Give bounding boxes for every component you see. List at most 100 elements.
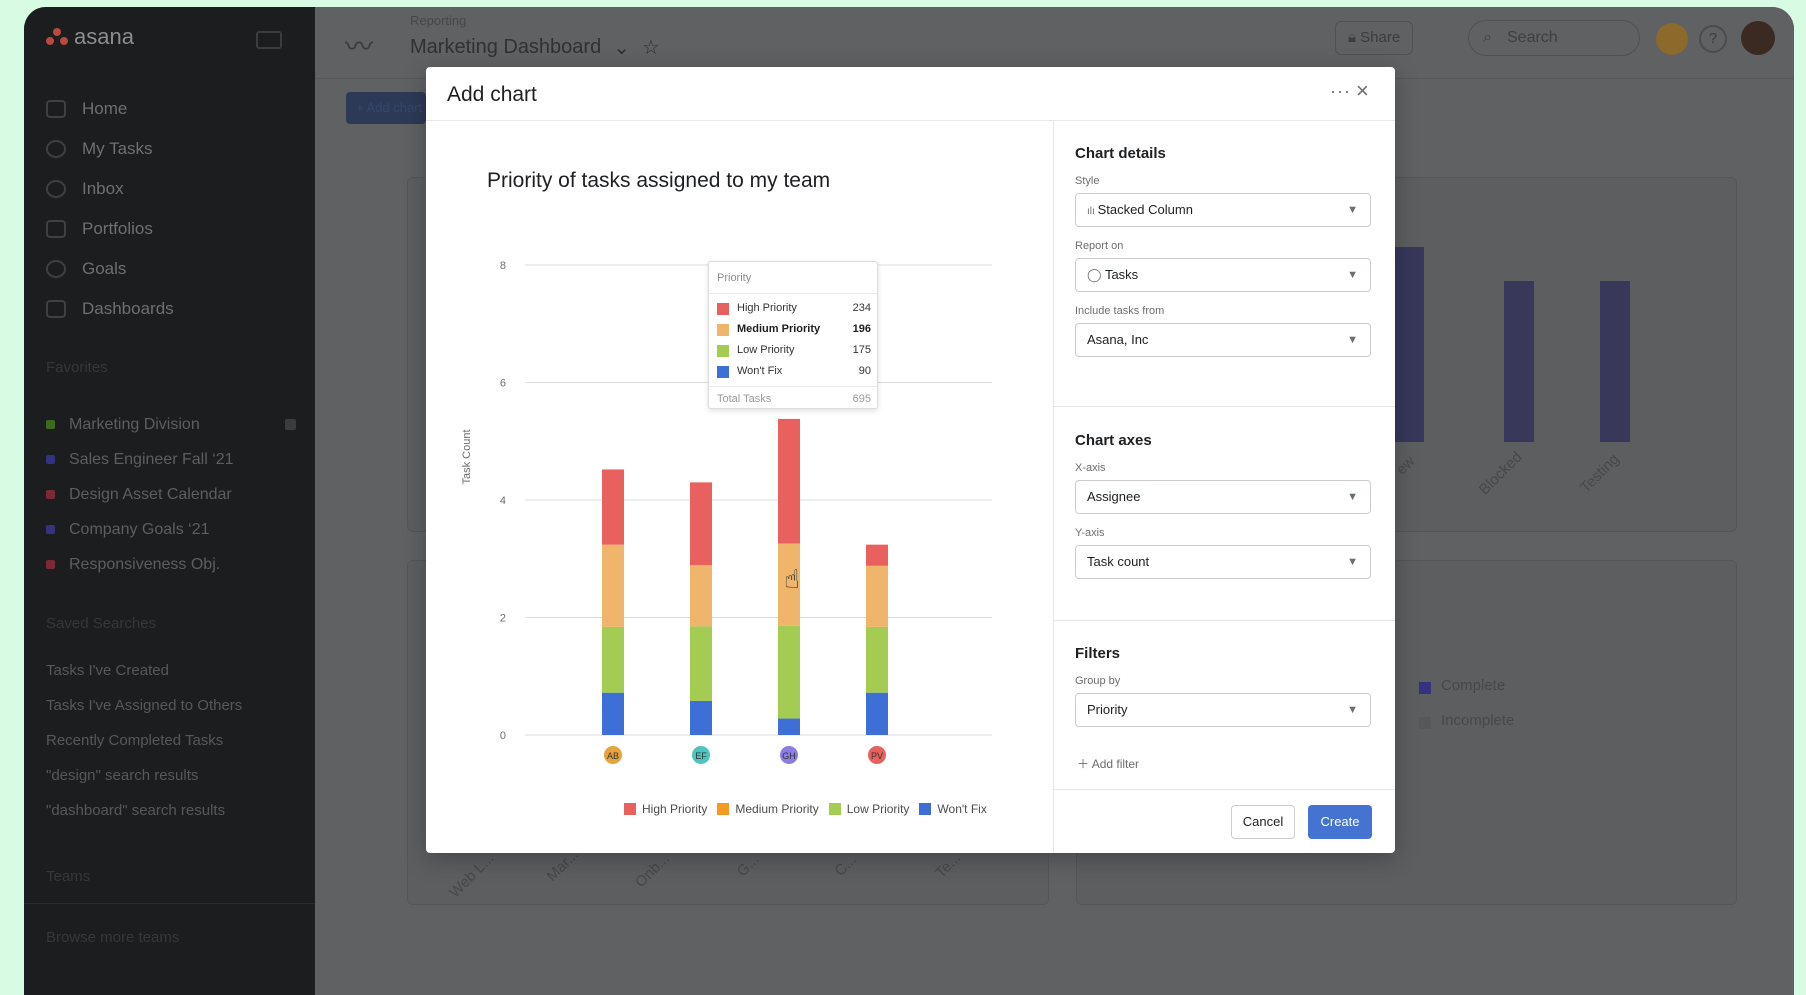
share-button[interactable]: 🔒︎ Share — [1335, 21, 1414, 55]
tooltip-row: Medium Priority 196 — [709, 319, 877, 340]
legend-swatch — [717, 366, 729, 378]
add-chart-button[interactable]: + Add chart — [346, 92, 426, 124]
cancel-button[interactable]: Cancel — [1231, 805, 1295, 839]
panel-divider — [1053, 406, 1395, 407]
sidebar-nav: Home My Tasks Inbox Portfolios Goals Das… — [46, 89, 174, 329]
logo-text: asana — [74, 24, 134, 49]
sidebar: asana Home My Tasks Inbox Portfolios Goa… — [24, 7, 315, 995]
y-tick-label: 8 — [500, 260, 506, 272]
bar-segment[interactable] — [602, 544, 624, 627]
chevron-down-icon: ▼ — [1347, 334, 1358, 346]
saved-search-item[interactable]: Tasks I've Assigned to Others — [46, 688, 242, 723]
bar-segment[interactable] — [778, 718, 800, 735]
page-title[interactable]: Marketing Dashboard ⌄ ☆ — [410, 35, 660, 60]
bar-segment[interactable] — [690, 700, 712, 735]
field-label: Y-axis — [1075, 527, 1105, 539]
bar-segment[interactable] — [690, 482, 712, 566]
plus-icon: ＋ — [1077, 757, 1092, 771]
select-value: Task count — [1087, 554, 1150, 569]
include-tasks-select[interactable]: Asana, Inc ▼ — [1075, 323, 1371, 357]
sidebar-item-inbox[interactable]: Inbox — [46, 169, 174, 209]
sidebar-item-goals[interactable]: Goals — [46, 249, 174, 289]
saved-searches-title: Saved Searches — [46, 615, 157, 632]
bar-segment[interactable] — [690, 626, 712, 701]
sidebar-item-portfolios[interactable]: Portfolios — [46, 209, 174, 249]
x-axis-select[interactable]: Assignee ▼ — [1075, 480, 1371, 514]
background-legend-label: Complete — [1441, 677, 1506, 694]
help-icon[interactable]: ? — [1699, 25, 1727, 53]
favorite-item[interactable]: Company Goals ‘21 — [46, 512, 296, 547]
background-legend-label: Incomplete — [1441, 712, 1515, 729]
background-bar — [1394, 247, 1424, 442]
favorite-item[interactable]: Responsiveness Obj. — [46, 547, 296, 582]
more-options-icon[interactable]: ··· — [1330, 81, 1351, 102]
chevron-down-icon: ▼ — [1347, 556, 1358, 568]
color-dot — [46, 490, 55, 499]
browse-teams-link[interactable]: Browse more teams — [46, 929, 179, 946]
bar-segment[interactable] — [866, 692, 888, 735]
bar-segment[interactable] — [690, 565, 712, 627]
report-on-select[interactable]: ◯ Tasks ▼ — [1075, 258, 1371, 292]
avatar-initials: AB — [607, 751, 619, 761]
tooltip-header: Priority — [709, 262, 877, 294]
sidebar-item-home[interactable]: Home — [46, 89, 174, 129]
saved-search-item[interactable]: Tasks I've Created — [46, 653, 242, 688]
hand-cursor-icon: ☝ — [784, 564, 800, 594]
add-filter-button[interactable]: ＋ Add filter — [1077, 755, 1139, 772]
teams-title: Teams — [46, 868, 91, 885]
quick-add-button[interactable] — [1656, 23, 1688, 55]
create-button[interactable]: Create — [1308, 805, 1372, 839]
search-placeholder: Search — [1507, 29, 1558, 46]
color-dot — [46, 525, 55, 534]
tooltip-total-value: 695 — [852, 393, 871, 405]
close-icon[interactable]: × — [1356, 78, 1369, 104]
bar-segment[interactable] — [866, 565, 888, 627]
person-icon — [46, 260, 66, 278]
avatar[interactable] — [1741, 21, 1775, 55]
panel-divider — [1053, 789, 1395, 790]
sidebar-item-label: Portfolios — [82, 219, 153, 238]
favorite-item[interactable]: Design Asset Calendar — [46, 477, 296, 512]
favorite-label: Company Goals ‘21 — [69, 520, 210, 538]
sidebar-item-label: Home — [82, 99, 128, 118]
asana-logo[interactable]: asana — [46, 24, 134, 50]
favorite-item[interactable]: Sales Engineer Fall ‘21 — [46, 442, 296, 477]
bar-segment[interactable] — [866, 626, 888, 693]
bar-segment[interactable] — [602, 626, 624, 693]
tooltip-value: 90 — [858, 365, 871, 377]
bar-segment[interactable] — [778, 418, 800, 544]
field-label: Style — [1075, 175, 1100, 187]
filters-section: Filters Group by Priority ▼ — [1075, 645, 1371, 727]
legend-swatch — [717, 324, 729, 336]
saved-search-item[interactable]: Recently Completed Tasks — [46, 723, 242, 758]
favorite-item[interactable]: Marketing Division — [46, 407, 296, 442]
check-circle-icon: ◯ — [1087, 267, 1105, 282]
avatar-initials: EF — [695, 751, 707, 761]
y-axis-select[interactable]: Task count ▼ — [1075, 545, 1371, 579]
search-input[interactable]: ⌕ Search — [1468, 20, 1640, 56]
legend-swatch — [717, 345, 729, 357]
sidebar-item-dashboards[interactable]: Dashboards — [46, 289, 174, 329]
bar-segment[interactable] — [778, 625, 800, 719]
star-icon[interactable]: ☆ — [642, 35, 660, 60]
saved-search-item[interactable]: "design" search results — [46, 758, 242, 793]
style-select[interactable]: ılı Stacked Column ▼ — [1075, 193, 1371, 227]
sidebar-collapse-icon[interactable] — [256, 31, 282, 49]
sidebar-item-my-tasks[interactable]: My Tasks — [46, 129, 174, 169]
legend-item: Won't Fix — [919, 802, 987, 816]
bar-segment[interactable] — [602, 469, 624, 545]
favorites-title: Favorites — [46, 359, 108, 376]
bar-segment[interactable] — [602, 692, 624, 735]
group-by-select[interactable]: Priority ▼ — [1075, 693, 1371, 727]
breadcrumb[interactable]: Reporting — [410, 13, 466, 28]
select-value: Asana, Inc — [1087, 332, 1149, 347]
field-label: X-axis — [1075, 462, 1106, 474]
chart-tooltip: Priority High Priority 234 Medium Priori… — [708, 261, 878, 409]
section-title: Chart axes — [1075, 432, 1152, 449]
stacked-column-chart: Task Count 0 2 4 6 8 AB EF GH PV — [461, 260, 992, 764]
chevron-down-icon[interactable]: ⌄ — [613, 35, 630, 60]
bar-segment[interactable] — [866, 544, 888, 566]
saved-search-item[interactable]: "dashboard" search results — [46, 793, 242, 828]
legend-label: Medium Priority — [735, 802, 819, 816]
favorite-label: Marketing Division — [69, 415, 200, 433]
